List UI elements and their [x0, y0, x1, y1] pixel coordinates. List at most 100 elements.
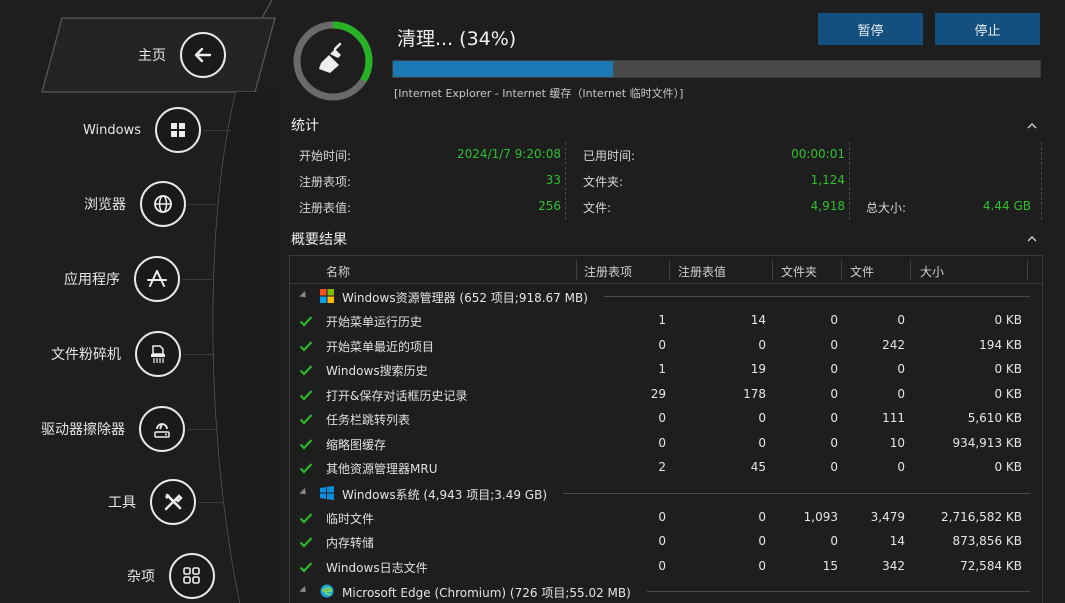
result-cell-folders: 0	[830, 386, 838, 401]
files-value: 4,918	[810, 199, 845, 213]
result-cell-folders: 15	[822, 558, 838, 573]
result-cell-files: 0	[897, 386, 905, 401]
result-cell-files: 242	[882, 337, 905, 352]
shredder-icon	[135, 331, 181, 377]
result-row[interactable]: 开始菜单运行历史 1 14 0 0 0 KB	[290, 309, 1042, 334]
elapsed-label: 已用时间:	[583, 149, 636, 163]
result-row-name: 内存转储	[326, 536, 375, 550]
main-panel: 清理... (34%) 暂停 停止 [Internet Explorer - I…	[280, 0, 1065, 603]
result-cell-size: 873,856 KB	[952, 534, 1022, 548]
result-row[interactable]: 任务栏跳转列表 0 0 0 111 5,610 KB	[290, 407, 1042, 432]
drive-wipe-icon	[139, 406, 185, 452]
result-row[interactable]: 内存转储 0 0 0 14 873,856 KB	[290, 530, 1042, 555]
windows-blue-icon	[320, 485, 334, 500]
result-cell-folders: 0	[830, 362, 838, 376]
result-row[interactable]: 其他资源管理器MRU 2 45 0 0 0 KB	[290, 456, 1042, 481]
result-group-row[interactable]: Microsoft Edge (Chromium) (726 项目;55.02 …	[290, 579, 1042, 603]
result-cell-reg-keys: 0	[658, 435, 666, 450]
result-cell-reg-values: 45	[750, 460, 766, 474]
result-cell-reg-keys: 0	[658, 509, 666, 524]
result-group-row[interactable]: Windows资源管理器 (652 项目;918.67 MB)	[290, 284, 1042, 309]
sidebar-connector	[187, 429, 219, 430]
result-cell-reg-keys: 1	[658, 313, 666, 327]
result-cell-size: 0 KB	[994, 362, 1022, 376]
result-row-name: 开始菜单最近的项目	[326, 339, 435, 354]
result-row[interactable]: 打开&保存对话框历史记录 29 178 0 0 0 KB	[290, 383, 1042, 408]
chevron-up-icon[interactable]	[1025, 119, 1039, 133]
result-cell-reg-keys: 0	[658, 534, 666, 548]
result-cell-size: 5,610 KB	[967, 411, 1022, 425]
sidebar-item-windows[interactable]: Windows	[40, 107, 201, 153]
column-header-reg-keys[interactable]: 注册表项	[584, 263, 632, 280]
reg-keys-value: 33	[545, 173, 561, 187]
chevron-up-icon[interactable]	[1025, 232, 1039, 246]
sidebar-item-applications[interactable]: 应用程序	[20, 256, 180, 302]
expand-triangle-icon[interactable]	[299, 290, 309, 301]
sidebar-item-misc[interactable]: 杂项	[40, 553, 215, 599]
folders-value: 1,124	[810, 173, 845, 187]
group-divider	[647, 591, 1030, 592]
sidebar-item-label: 文件粉碎机	[51, 347, 121, 363]
result-row-name: 缩略图缓存	[326, 437, 387, 452]
result-row[interactable]: 临时文件 0 0 1,093 3,479 2,716,582 KB	[290, 506, 1042, 531]
result-cell-reg-values: 0	[758, 509, 766, 524]
result-cell-folders: 0	[830, 337, 838, 352]
windows-logo-icon	[155, 107, 201, 153]
result-row[interactable]: 开始菜单最近的项目 0 0 0 242 194 KB	[290, 334, 1042, 359]
result-row[interactable]: Windows搜索历史 1 19 0 0 0 KB	[290, 358, 1042, 383]
column-header-folders[interactable]: 文件夹	[781, 263, 817, 280]
result-row[interactable]: 缩略图缓存 0 0 0 10 934,913 KB	[290, 432, 1042, 457]
current-item-label: [Internet Explorer - Internet 缓存（Interne…	[394, 87, 684, 100]
expand-triangle-icon[interactable]	[299, 487, 309, 497]
result-cell-reg-values: 0	[758, 337, 766, 352]
stats-row: 注册表值: 256 文件: 4,918 总大小: 4.44 GB	[291, 194, 1043, 220]
result-group-row[interactable]: Windows系统 (4,943 项目;3.49 GB)	[290, 481, 1042, 506]
result-cell-files: 342	[882, 558, 905, 573]
column-header-files[interactable]: 文件	[850, 263, 874, 280]
result-cell-files: 111	[882, 411, 905, 425]
result-group-label: Windows资源管理器 (652 项目;918.67 MB)	[342, 291, 588, 305]
result-cell-reg-keys: 2	[658, 460, 666, 474]
sidebar-item-home[interactable]: 主页	[40, 32, 226, 78]
check-icon	[299, 537, 313, 548]
result-row-name: 打开&保存对话框历史记录	[326, 388, 468, 403]
sidebar-item-label: 工具	[108, 495, 136, 511]
back-arrow-icon	[180, 32, 226, 78]
sidebar-item-drive-wiper[interactable]: 驱动器擦除器	[20, 406, 185, 452]
result-cell-reg-values: 178	[743, 386, 766, 401]
result-cell-folders: 0	[830, 534, 838, 548]
result-cell-reg-values: 19	[750, 362, 766, 376]
results-table[interactable]: 名称 注册表项 注册表值 文件夹 文件 大小 Windows资源管理器 (652…	[289, 255, 1043, 603]
sidebar-connector	[203, 130, 231, 131]
sidebar-item-file-shredder[interactable]: 文件粉碎机	[20, 331, 181, 377]
stop-button[interactable]: 停止	[935, 13, 1040, 45]
result-row-name: Windows日志文件	[326, 560, 428, 575]
result-cell-files: 0	[897, 313, 905, 327]
column-header-size[interactable]: 大小	[920, 263, 944, 280]
total-size-value: 4.44 GB	[982, 199, 1031, 213]
sidebar-item-browsers[interactable]: 浏览器	[40, 181, 186, 227]
expand-triangle-icon[interactable]	[299, 585, 309, 596]
result-cell-files: 0	[897, 362, 905, 376]
result-group-label: Microsoft Edge (Chromium) (726 项目;55.02 …	[342, 586, 631, 600]
pause-button[interactable]: 暂停	[818, 13, 923, 45]
sidebar-item-label: 主页	[138, 48, 166, 64]
result-row[interactable]: Windows日志文件 0 0 15 342 72,584 KB	[290, 555, 1042, 580]
tools-icon	[150, 479, 196, 525]
files-label: 文件:	[583, 201, 612, 215]
result-cell-size: 194 KB	[979, 337, 1022, 352]
result-cell-reg-keys: 29	[650, 386, 666, 401]
folders-label: 文件夹:	[583, 175, 624, 189]
sidebar-item-label: 浏览器	[84, 197, 126, 213]
column-header-name[interactable]: 名称	[326, 263, 350, 280]
result-cell-size: 0 KB	[994, 460, 1022, 474]
sidebar-item-label: 应用程序	[64, 272, 120, 288]
sidebar-item-tools[interactable]: 工具	[40, 479, 196, 525]
column-header-reg-values[interactable]: 注册表值	[678, 263, 726, 280]
result-group-label: Windows系统 (4,943 项目;3.49 GB)	[342, 487, 548, 502]
stats-row: 注册表项: 33 文件夹: 1,124	[291, 168, 1043, 194]
result-cell-reg-keys: 0	[658, 337, 666, 352]
edge-icon	[320, 584, 334, 598]
result-row-name: Windows搜索历史	[326, 364, 428, 378]
result-cell-folders: 0	[830, 313, 838, 327]
